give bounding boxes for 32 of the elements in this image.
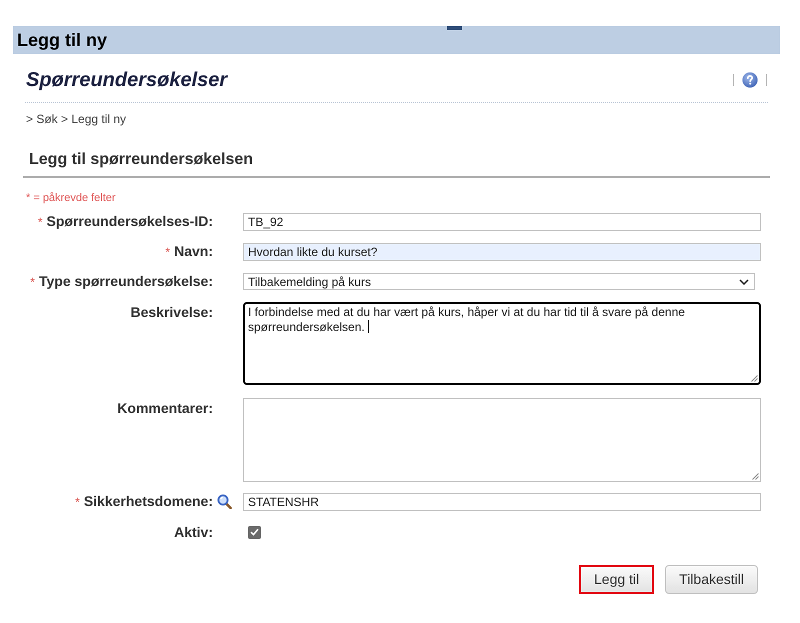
field-label: Kommentarer: [117, 399, 213, 417]
chevron-down-icon [739, 278, 749, 284]
required-marker: * [38, 214, 42, 231]
search-icon[interactable] [217, 494, 232, 509]
check-icon [250, 528, 259, 536]
field-label: Navn: [174, 242, 213, 260]
field-label: Type spørreundersøkelse: [38, 272, 213, 290]
page-title: Spørreundersøkelser [26, 68, 228, 93]
text-input[interactable]: Hvordan likte du kurset? [243, 242, 761, 260]
field-label: Beskrivelse: [130, 303, 213, 321]
resize-grip-icon[interactable] [751, 375, 758, 382]
section-title: Legg til spørreundersøkelsen [29, 150, 254, 170]
text-cursor-icon [368, 320, 369, 333]
form-button[interactable]: Legg til [579, 565, 654, 594]
required-marker: * [75, 494, 80, 511]
text-area[interactable]: I forbindelse med at du har vært på kurs, håper vi at du har tid til å svare på denne spørreundersøkelsen. [243, 302, 761, 385]
type-select[interactable]: Tilbakemelding på kurs [243, 273, 755, 290]
handle-bar-icon [447, 26, 462, 30]
required-note: * = påkrevde felter [26, 191, 116, 205]
breadcrumb: > Søk > Legg til ny [26, 111, 126, 127]
field-label: Sikkerhetsdomene: [84, 492, 213, 510]
form-button[interactable]: Tilbakestill [665, 565, 758, 594]
resize-grip-icon[interactable] [752, 473, 759, 480]
field-label: Aktiv: [174, 523, 213, 541]
required-marker: * [165, 244, 170, 261]
help-icon[interactable] [742, 72, 758, 88]
field-label: Spørreundersøkelses-ID: [46, 212, 213, 230]
banner-title: Legg til ny [17, 29, 107, 51]
text-input[interactable]: STATENSHR [243, 492, 761, 510]
required-marker: * [30, 274, 35, 291]
text-input[interactable]: TB_92 [243, 212, 761, 230]
checkbox[interactable] [248, 526, 261, 538]
